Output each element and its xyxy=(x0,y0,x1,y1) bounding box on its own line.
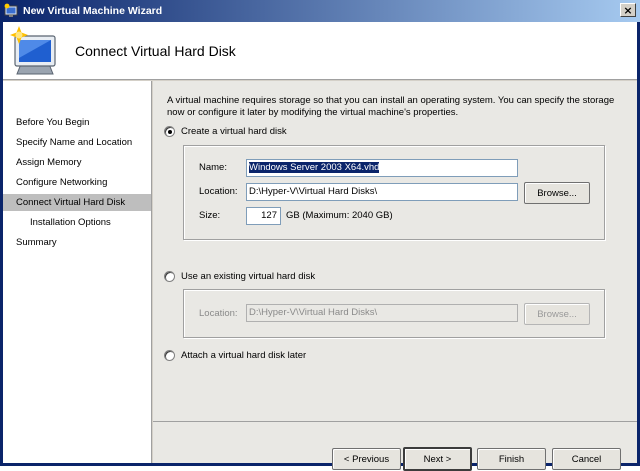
page-description: A virtual machine requires storage so th… xyxy=(167,95,615,118)
wizard-content: A virtual machine requires storage so th… xyxy=(153,81,637,471)
wizard-client-area: Connect Virtual Hard Disk Before You Beg… xyxy=(3,22,637,471)
size-unit-label: GB (Maximum: 2040 GB) xyxy=(286,210,393,221)
existing-vhd-label: Use an existing virtual hard disk xyxy=(181,271,316,282)
create-vhd-label: Create a virtual hard disk xyxy=(181,126,287,137)
nav-item-connect-virtual-hard-disk[interactable]: Connect Virtual Hard Disk xyxy=(3,194,151,211)
attach-later-radio[interactable] xyxy=(164,350,175,361)
attach-later-option[interactable]: Attach a virtual hard disk later xyxy=(164,350,306,361)
close-icon: × xyxy=(623,3,633,17)
vhd-location-input[interactable]: D:\Hyper-V\Virtual Hard Disks\ xyxy=(246,183,518,201)
title-bar[interactable]: New Virtual Machine Wizard × xyxy=(0,0,640,22)
wizard-header: Connect Virtual Hard Disk xyxy=(3,22,637,80)
vhd-size-input[interactable]: 127 xyxy=(246,207,281,225)
nav-item-assign-memory[interactable]: Assign Memory xyxy=(3,154,151,171)
vhd-name-input[interactable]: Windows Server 2003 X64.vhd xyxy=(246,159,518,177)
nav-item-specify-name-location[interactable]: Specify Name and Location xyxy=(3,134,151,151)
previous-button[interactable]: < Previous xyxy=(332,448,401,470)
create-vhd-group: Name: Windows Server 2003 X64.vhd Locati… xyxy=(183,145,605,240)
close-button[interactable]: × xyxy=(620,3,636,17)
cancel-button[interactable]: Cancel xyxy=(552,448,621,470)
attach-later-label: Attach a virtual hard disk later xyxy=(181,350,307,361)
create-vhd-radio[interactable] xyxy=(164,126,175,137)
nav-item-installation-options[interactable]: Installation Options xyxy=(3,214,151,231)
nav-item-configure-networking[interactable]: Configure Networking xyxy=(3,174,151,191)
existing-browse-button: Browse... xyxy=(524,303,590,325)
create-vhd-option[interactable]: Create a virtual hard disk xyxy=(164,126,287,137)
existing-location-input: D:\Hyper-V\Virtual Hard Disks\ xyxy=(246,304,518,322)
window-title: New Virtual Machine Wizard xyxy=(23,5,163,17)
existing-vhd-radio[interactable] xyxy=(164,271,175,282)
location-label: Location: xyxy=(199,186,238,197)
name-label: Name: xyxy=(199,162,227,173)
wizard-step-list: Before You Begin Specify Name and Locati… xyxy=(3,81,152,463)
existing-location-label: Location: xyxy=(199,308,238,319)
nav-item-summary[interactable]: Summary xyxy=(3,234,151,251)
existing-vhd-group: Location: D:\Hyper-V\Virtual Hard Disks\… xyxy=(183,289,605,338)
wizard-footer: < Previous Next > Finish Cancel xyxy=(153,421,637,471)
nav-item-before-you-begin[interactable]: Before You Begin xyxy=(3,114,151,131)
wizard-app-icon xyxy=(4,3,18,17)
size-label: Size: xyxy=(199,210,221,221)
browse-button[interactable]: Browse... xyxy=(524,182,590,204)
radio-selected-dot xyxy=(167,129,172,134)
existing-vhd-option[interactable]: Use an existing virtual hard disk xyxy=(164,271,315,282)
page-title: Connect Virtual Hard Disk xyxy=(75,43,236,59)
next-button[interactable]: Next > xyxy=(403,447,472,471)
wizard-window: New Virtual Machine Wizard × Connect Vir… xyxy=(0,0,640,471)
vhd-name-selected-text: Windows Server 2003 X64.vhd xyxy=(249,162,380,173)
finish-button[interactable]: Finish xyxy=(477,448,546,470)
new-vm-monitor-icon xyxy=(10,26,56,75)
